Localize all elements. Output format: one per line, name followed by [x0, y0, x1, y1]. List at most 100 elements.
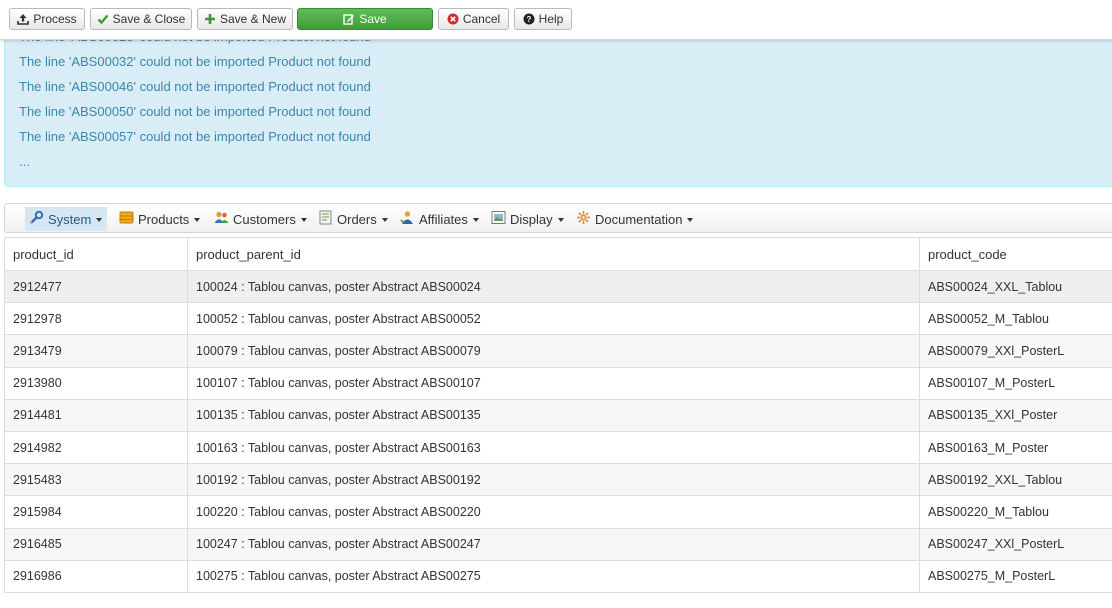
check-icon — [97, 13, 109, 25]
cell-product-parent-id: 100135 : Tablou canvas, poster Abstract … — [187, 398, 920, 432]
menu-orders[interactable]: Orders — [314, 207, 392, 231]
plus-icon — [204, 13, 216, 25]
menu-display-label: Display — [510, 211, 553, 227]
cell-product-parent-id: 100079 : Tablou canvas, poster Abstract … — [187, 334, 920, 368]
cell-product-id: 2914982 — [4, 430, 188, 465]
question-circle-icon: ? — [523, 13, 535, 25]
cell-product-parent-id: 100052 : Tablou canvas, poster Abstract … — [187, 302, 920, 336]
cell-product-parent-id: 100024 : Tablou canvas, poster Abstract … — [187, 269, 920, 304]
docs-icon — [576, 210, 591, 228]
toolbar: Process Save & Close Save & New Save Can… — [0, 0, 1112, 40]
edit-icon — [343, 13, 355, 25]
table-row: 2915483 100192 : Tablou canvas, poster A… — [4, 463, 1112, 497]
menu-affiliates[interactable]: Affiliates — [396, 207, 483, 231]
menu-products[interactable]: Products — [115, 207, 204, 231]
save-new-button[interactable]: Save & New — [197, 8, 293, 30]
cell-product-id: 2916485 — [4, 527, 188, 561]
menu-products-label: Products — [138, 211, 190, 227]
process-button[interactable]: Process — [9, 8, 85, 30]
cell-product-parent-id: 100275 : Tablou canvas, poster Abstract … — [187, 559, 920, 593]
chevron-down-icon — [557, 218, 564, 222]
table-row: 2912978 100052 : Tablou canvas, poster A… — [4, 302, 1112, 336]
cell-product-id: 2915483 — [4, 463, 188, 497]
users-icon — [214, 210, 229, 228]
chevron-down-icon — [381, 218, 388, 222]
column-header-product-id: product_id — [4, 237, 188, 271]
cell-product-id: 2912477 — [4, 269, 188, 304]
upload-icon — [17, 13, 30, 25]
cell-product-id: 2916986 — [4, 559, 188, 593]
column-header-product-code: product_code — [919, 237, 1112, 271]
cell-product-code: ABS00079_XXl_PosterL — [919, 334, 1112, 368]
menu-display[interactable]: Display — [487, 207, 568, 231]
cell-product-parent-id: 100247 : Tablou canvas, poster Abstract … — [187, 527, 920, 561]
table-row: 2912477 100024 : Tablou canvas, poster A… — [4, 269, 1112, 304]
message-line: The line 'ABS00057' could not be importe… — [19, 129, 371, 144]
cell-product-code: ABS00163_M_Poster — [919, 430, 1112, 465]
message-ellipsis: ... — [19, 154, 30, 169]
cell-product-parent-id: 100107 : Tablou canvas, poster Abstract … — [187, 366, 920, 400]
cell-product-parent-id: 100192 : Tablou canvas, poster Abstract … — [187, 463, 920, 497]
display-icon — [491, 210, 506, 228]
orders-icon — [318, 210, 333, 228]
menu-affiliates-label: Affiliates — [419, 211, 468, 227]
svg-text:?: ? — [526, 15, 531, 24]
cell-product-id: 2913980 — [4, 366, 188, 400]
menu-customers-label: Customers — [233, 211, 296, 227]
table-row: 2914481 100135 : Tablou canvas, poster A… — [4, 398, 1112, 432]
affiliates-icon — [400, 210, 415, 228]
table-header-row: product_id product_parent_id product_cod… — [4, 237, 1112, 271]
chevron-down-icon — [300, 218, 307, 222]
chevron-down-icon — [472, 218, 479, 222]
cell-product-parent-id: 100220 : Tablou canvas, poster Abstract … — [187, 495, 920, 529]
message-line: The line 'ABS00046' could not be importe… — [19, 79, 371, 94]
main-menu-bar: System Products Customers Orders Affilia… — [4, 203, 1112, 233]
cancel-circle-icon — [447, 13, 459, 25]
save-new-label: Save & New — [219, 12, 287, 26]
import-preview-table: product_id product_parent_id product_cod… — [4, 237, 1112, 593]
save-button[interactable]: Save — [297, 8, 433, 30]
cell-product-code: ABS00024_XXL_Tablou — [919, 269, 1112, 304]
menu-documentation[interactable]: Documentation — [572, 207, 697, 231]
table-row: 2915984 100220 : Tablou canvas, poster A… — [4, 495, 1112, 529]
message-line: The line 'ABS00032' could not be importe… — [19, 54, 371, 69]
help-button[interactable]: ? Help — [514, 8, 572, 30]
menu-customers[interactable]: Customers — [210, 207, 311, 231]
cell-product-code: ABS00247_XXl_PosterL — [919, 527, 1112, 561]
cell-product-id: 2913479 — [4, 334, 188, 368]
menu-documentation-label: Documentation — [595, 211, 683, 227]
save-close-button[interactable]: Save & Close — [90, 8, 192, 30]
cancel-label: Cancel — [462, 12, 501, 26]
box-icon — [119, 210, 134, 228]
chevron-down-icon — [96, 218, 103, 222]
cell-product-id: 2915984 — [4, 495, 188, 529]
save-close-label: Save & Close — [112, 12, 186, 26]
cell-product-code: ABS00192_XXL_Tablou — [919, 463, 1112, 497]
process-label: Process — [33, 12, 77, 26]
cell-product-code: ABS00135_XXl_Poster — [919, 398, 1112, 432]
chevron-down-icon — [194, 218, 201, 222]
table-row: 2914982 100163 : Tablou canvas, poster A… — [4, 430, 1112, 465]
menu-orders-label: Orders — [337, 211, 377, 227]
table-row: 2913479 100079 : Tablou canvas, poster A… — [4, 334, 1112, 368]
wrench-icon — [29, 210, 44, 228]
chevron-down-icon — [687, 218, 694, 222]
menu-system[interactable]: System — [25, 207, 107, 231]
menu-system-label: System — [48, 211, 92, 227]
column-header-product-parent-id: product_parent_id — [187, 237, 920, 271]
message-line: The line 'ABS00050' could not be importe… — [19, 104, 371, 119]
table-row: 2913980 100107 : Tablou canvas, poster A… — [4, 366, 1112, 400]
cell-product-parent-id: 100163 : Tablou canvas, poster Abstract … — [187, 430, 920, 465]
cancel-button[interactable]: Cancel — [438, 8, 509, 30]
help-label: Help — [538, 12, 564, 26]
cell-product-id: 2914481 — [4, 398, 188, 432]
table-row: 2916986 100275 : Tablou canvas, poster A… — [4, 559, 1112, 593]
table-row: 2916485 100247 : Tablou canvas, poster A… — [4, 527, 1112, 561]
cell-product-code: ABS00052_M_Tablou — [919, 302, 1112, 336]
cell-product-code: ABS00275_M_PosterL — [919, 559, 1112, 593]
save-label: Save — [359, 12, 387, 26]
cell-product-code: ABS00107_M_PosterL — [919, 366, 1112, 400]
cell-product-code: ABS00220_M_Tablou — [919, 495, 1112, 529]
import-messages-panel: The line 'ABS00028' could not be importe… — [4, 30, 1112, 187]
cell-product-id: 2912978 — [4, 302, 188, 336]
